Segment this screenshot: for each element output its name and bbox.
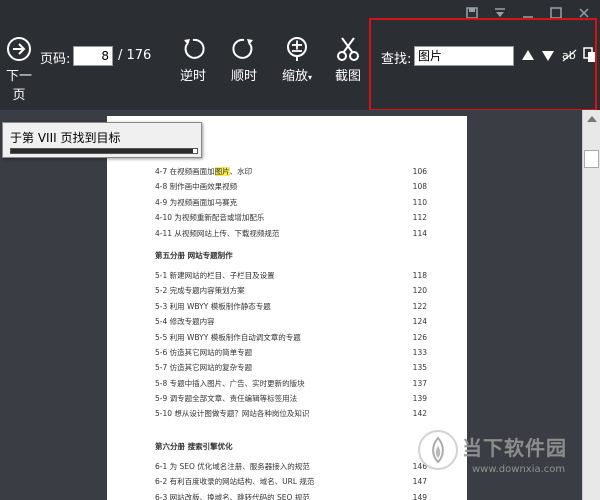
toc-row[interactable]: 6-2 有利百度收录的网站结构、域名、URL 规范 147 (155, 474, 427, 489)
toc-page-number: 112 (412, 213, 427, 223)
watermark-name: 当下软件园 (462, 436, 567, 460)
toc-page-number: 118 (412, 270, 427, 280)
toc-row[interactable]: 6-1 为 SEO 优化域名注册、服务器接入的规范 146 (155, 459, 427, 474)
toc-row[interactable]: 5-10 想从设计图做专题？网站各种岗位及知识 142 (155, 406, 427, 421)
toc-title: 5-7 仿造其它网站的复杂专题 (155, 363, 253, 373)
rotate-ccw-icon (184, 38, 205, 59)
toc-title: 4-9 为视频画面加马赛克 (155, 197, 238, 207)
toc-row[interactable]: 5-3 利用 WBYY 模板制作静态专题 122 (155, 299, 427, 314)
toc-row[interactable]: 4-10 为视频重新配音或增加配乐 112 (155, 210, 427, 225)
search-progress-fill (11, 149, 194, 153)
search-area-outline (369, 18, 597, 111)
screenshot-label: 截图 (334, 69, 361, 84)
toc-row[interactable]: 4-7 在视频画面加图片、水印 106 (155, 164, 427, 179)
watermark-url: www.downxia.com (472, 464, 566, 475)
search-match-highlight: 图片 (214, 167, 230, 176)
toc-page-number: 139 (412, 394, 427, 404)
toc-page-number: 108 (412, 182, 427, 192)
toc-row[interactable]: 5-7 仿造其它网站的复杂专题 135 (155, 360, 427, 375)
toc-page-number: 106 (412, 167, 427, 176)
rotate-cw-icon (232, 38, 253, 59)
rotate-ccw-label: 逆时 (179, 69, 206, 84)
toc-title: 5-6 仿造其它网站的简单专题 (155, 347, 253, 357)
toc-page-number: 126 (412, 332, 427, 342)
toc-title: 5-2 完成专题内容策划方案 (155, 286, 245, 296)
toc-title: 5-9 调专题全部文章、责任编辑等标签用法 (155, 394, 298, 404)
zoom-icon (287, 37, 307, 61)
toc-row[interactable]: 4-11 从视频网站上传、下载视频规范 114 (155, 226, 427, 241)
toc-row[interactable]: 6-3 网站改版、换域名、跳转代码的 SEO 规范 149 (155, 490, 427, 500)
toc-title: 6-1 为 SEO 优化域名注册、服务器接入的规范 (155, 461, 310, 471)
toc-title-text: 、水印 (229, 167, 253, 176)
toc-spacer (155, 422, 427, 432)
page-total: / 176 (118, 48, 152, 63)
table-of-contents: 4-7 在视频画面加图片、水印 106 4-8 制作画中画效果视频 108 4-9… (155, 164, 427, 500)
toc-title: 5-1 新建网站的栏目、子栏目及设置 (155, 270, 275, 280)
screenshot-button[interactable]: 截图 (330, 36, 366, 84)
rotate-cw-label: 顺时 (230, 69, 257, 84)
watermark-logo-icon (418, 430, 458, 470)
scrollbar-thumb[interactable] (584, 150, 599, 168)
toc-title: 4-11 从视频网站上传、下载视频规范 (155, 228, 280, 238)
scissors-icon (337, 37, 359, 61)
toc-page-number: 122 (412, 301, 427, 311)
toc-title: 5-8 专题中插入图片、广告、实时更新的版块 (155, 378, 305, 388)
toc-page-number: 120 (412, 286, 427, 296)
toc-page-number: 114 (412, 228, 427, 238)
toc-title-text: 4-7 在视频画面加 (155, 167, 215, 176)
rotate-ccw-button[interactable]: 逆时 (175, 36, 211, 84)
toc-page-number: 133 (412, 347, 427, 357)
toc-title: 4-10 为视频重新配音或增加配乐 (155, 213, 265, 223)
next-page-icon (7, 37, 31, 61)
search-result-text: 于第 VIII 页找到目标 (10, 131, 121, 145)
toc-row[interactable]: 5-2 完成专题内容策划方案 120 (155, 283, 427, 298)
toc-title: 6-3 网站改版、换域名、跳转代码的 SEO 规范 (155, 492, 310, 500)
toc-row[interactable]: 5-1 新建网站的栏目、子栏目及设置 118 (155, 268, 427, 283)
toc-row[interactable]: 5-9 调专题全部文章、责任编辑等标签用法 139 (155, 391, 427, 406)
search-progress-bar (10, 148, 198, 154)
toc-row[interactable]: 5-5 利用 WBYY 模板制作自动调文章的专题 126 (155, 330, 427, 345)
toc-page-number: 137 (412, 378, 427, 388)
toc-title: 5-3 利用 WBYY 模板制作静态专题 (155, 301, 271, 311)
zoom-button[interactable]: 缩放▾ (277, 36, 317, 84)
toc-row[interactable]: 4-8 制作画中画效果视频 108 (155, 179, 427, 194)
document-page: 4-7 在视频画面加图片、水印 106 4-8 制作画中画效果视频 108 4-9… (107, 116, 467, 500)
toc-title: 4-7 在视频画面加图片、水印 (155, 164, 252, 179)
toc-row[interactable]: 5-6 仿造其它网站的简单专题 133 (155, 345, 427, 360)
toc-row[interactable]: 5-8 专题中插入图片、广告、实时更新的版块 137 (155, 376, 427, 391)
toc-row[interactable]: 4-9 为视频画面加马赛克 110 (155, 195, 427, 210)
toc-section-heading: 第六分册 搜索引擎优化 (155, 441, 233, 451)
toc-row[interactable]: 5-4 修改专题内容 124 (155, 314, 427, 329)
rotate-cw-button[interactable]: 顺时 (226, 36, 262, 84)
toc-title: 5-10 想从设计图做专题？网站各种岗位及知识 (155, 409, 310, 419)
toc-page-number: 124 (412, 317, 427, 327)
toc-page-number: 135 (412, 363, 427, 373)
toc-title: 6-2 有利百度收录的网站结构、域名、URL 规范 (155, 477, 315, 487)
next-page-label: 下一页 (5, 69, 32, 103)
toc-title: 4-8 制作画中画效果视频 (155, 182, 238, 192)
toc-page-number: 110 (412, 197, 427, 207)
chevron-down-icon: ▾ (308, 73, 313, 82)
search-result-popup: 于第 VIII 页找到目标 (2, 122, 202, 158)
zoom-label: 缩放 (281, 69, 308, 84)
scroll-up-arrow-icon[interactable] (587, 116, 597, 122)
site-watermark: 当下软件园 www.downxia.com (418, 428, 598, 498)
toc-page-number: 142 (412, 409, 427, 419)
toc-title: 5-5 利用 WBYY 模板制作自动调文章的专题 (155, 332, 301, 342)
next-page-button[interactable]: 下一页 (0, 36, 38, 103)
toc-title: 5-4 修改专题内容 (155, 317, 215, 327)
page-number-label: 页码: (40, 52, 71, 67)
page-number-input[interactable]: 8 (73, 46, 113, 66)
toc-section-heading: 第五分册 网站专题制作 (155, 250, 233, 260)
